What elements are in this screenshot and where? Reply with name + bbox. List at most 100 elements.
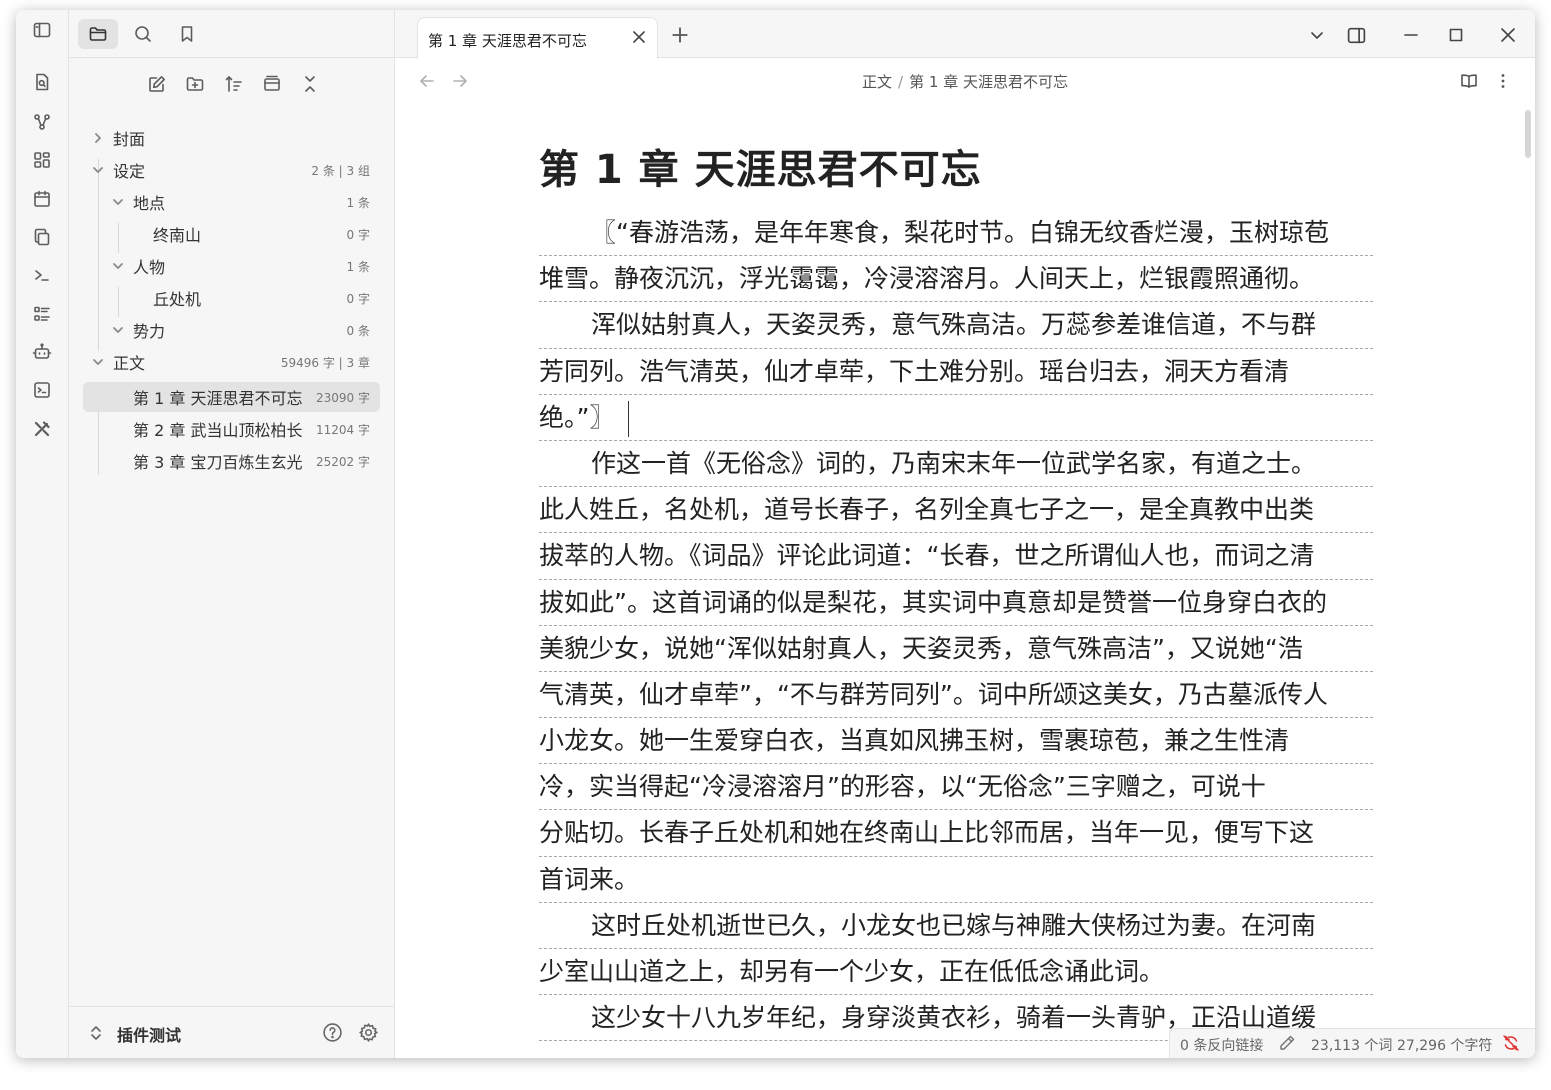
bot-icon[interactable] xyxy=(30,340,54,364)
chevron-down-icon[interactable] xyxy=(91,355,105,369)
breadcrumb-separator: / xyxy=(898,73,904,91)
chevron-down-icon[interactable] xyxy=(111,259,125,273)
pencil-edit-icon[interactable] xyxy=(1278,1034,1296,1052)
word-count: 23,113 个词 xyxy=(1311,1038,1393,1054)
chevron-right-icon[interactable] xyxy=(91,131,105,145)
right-sidebar-toggle-icon[interactable] xyxy=(1345,24,1367,46)
canvas-icon[interactable] xyxy=(30,148,54,172)
folder-icon[interactable] xyxy=(78,19,118,49)
tree-item-label: 地点 xyxy=(133,194,166,213)
text-line-content: 绝。”〗 xyxy=(539,402,615,432)
gear-icon[interactable] xyxy=(356,1020,380,1044)
new-folder-icon[interactable] xyxy=(181,70,209,98)
vault-name[interactable]: 插件测试 xyxy=(117,1022,181,1046)
tab-list-chevron-down-icon[interactable] xyxy=(1308,26,1326,44)
document-lines[interactable]: 〖“春游浩荡，是年年寒食，梨花时节。白锦无纹香烂漫，玉树琼苞 堆雪。静夜沉沉，浮… xyxy=(539,210,1373,1042)
tree-item-meta: 59496 字 | 3 章 xyxy=(280,355,370,370)
sidebar-toggle-icon[interactable] xyxy=(30,18,54,42)
tree-folder-main-text[interactable]: 正文 59496 字 | 3 章 xyxy=(83,347,380,377)
tree-file-chapter-3[interactable]: 第 3 章 宝刀百炼生玄光 25202 字 xyxy=(83,446,380,476)
text-line[interactable]: 首词来。 xyxy=(539,857,1373,903)
tree-folder-settings[interactable]: 设定 2 条 | 3 组 xyxy=(83,155,380,185)
tree-folder-places[interactable]: 地点 1 条 xyxy=(103,187,380,217)
text-line[interactable]: 分贴切。长春子丘处机和她在终南山上比邻而居，当年一见，便写下这 xyxy=(539,810,1373,857)
tree-folder-cover[interactable]: 封面 xyxy=(83,123,380,153)
file-explorer-sidebar: 封面 设定 2 条 | 3 组 地点 1 条 终南山 0 字 人物 1 条 丘处… xyxy=(69,10,395,1058)
tree-item-label: 终南山 xyxy=(153,226,202,245)
tree-folder-characters[interactable]: 人物 1 条 xyxy=(103,251,380,281)
chevron-up-down-icon[interactable] xyxy=(89,1023,105,1043)
tree-item-meta: 0 字 xyxy=(346,227,370,242)
text-line[interactable]: 气清英，仙才卓荦”，“不与群芳同列”。词中所颂这美女，乃古墓派传人 xyxy=(539,672,1373,719)
breadcrumb: 正文 / 第 1 章 天涯思君不可忘 xyxy=(395,71,1535,92)
text-line[interactable]: 〖“春游浩荡，是年年寒食，梨花时节。白锦无纹香烂漫，玉树琼苞 xyxy=(539,210,1373,257)
chevron-down-icon[interactable] xyxy=(91,163,105,177)
tree-item-label: 设定 xyxy=(113,162,146,181)
text-line[interactable]: 美貌少女，说她“浑似姑射真人，天姿灵秀，意气殊高洁”，又说她“浩 xyxy=(539,626,1373,672)
tree-item-meta: 2 条 | 3 组 xyxy=(311,163,370,178)
sync-disabled-icon[interactable] xyxy=(1502,1034,1520,1052)
tab-chapter-1[interactable]: 第 1 章 天涯思君不可忘 xyxy=(417,17,658,59)
tree-folder-factions[interactable]: 势力 0 条 xyxy=(103,315,380,345)
text-caret xyxy=(628,400,630,437)
text-line[interactable]: 这时丘处机逝世已久，小龙女也已嫁与神雕大侠杨过为妻。在河南 xyxy=(539,903,1373,949)
tree-guide-line xyxy=(118,223,119,253)
ribbon xyxy=(16,10,69,1058)
copy-icon[interactable] xyxy=(30,225,54,249)
text-line[interactable]: 拔萃的人物。《词品》评论此词道：“长春，世之所谓仙人也，而词之清 xyxy=(539,533,1373,580)
terminal-icon[interactable] xyxy=(30,263,54,287)
more-options-icon[interactable] xyxy=(1493,71,1513,91)
tree-item-meta: 25202 字 xyxy=(316,454,370,469)
window-close-icon[interactable] xyxy=(1499,26,1517,44)
search-icon[interactable] xyxy=(123,19,163,49)
tree-file-chapter-1[interactable]: 第 1 章 天涯思君不可忘 23090 字 xyxy=(83,382,380,412)
text-line[interactable]: 少室山山道之上，却另有一个少女，正在低低念诵此词。 xyxy=(539,949,1373,996)
tree-file-chapter-2[interactable]: 第 2 章 武当山顶松柏长 11204 字 xyxy=(83,414,380,444)
collapse-view-icon[interactable] xyxy=(258,70,286,98)
search-file-icon[interactable] xyxy=(30,70,54,94)
help-icon[interactable] xyxy=(320,1020,344,1044)
breadcrumb-parent[interactable]: 正文 xyxy=(862,73,892,91)
breadcrumb-current[interactable]: 第 1 章 天涯思君不可忘 xyxy=(909,73,1068,91)
tree-item-label: 正文 xyxy=(113,354,146,373)
tree-item-meta: 1 条 xyxy=(346,195,370,210)
sort-icon[interactable] xyxy=(220,70,248,98)
text-line[interactable]: 此人姓丘，名处机，道号长春子，名列全真七子之一，是全真教中出类 xyxy=(539,487,1373,534)
new-note-icon[interactable] xyxy=(143,70,171,98)
maximize-icon[interactable] xyxy=(1447,26,1465,44)
scrollbar-thumb[interactable] xyxy=(1525,110,1531,158)
tree-item-label: 第 1 章 天涯思君不可忘 xyxy=(133,389,303,408)
app-window: 封面 设定 2 条 | 3 组 地点 1 条 终南山 0 字 人物 1 条 丘处… xyxy=(16,10,1535,1058)
list-icon[interactable] xyxy=(30,302,54,326)
reading-view-book-icon[interactable] xyxy=(1459,71,1479,91)
minimize-icon[interactable] xyxy=(1402,26,1420,44)
tools-icon[interactable] xyxy=(30,417,54,441)
view-header: 正文 / 第 1 章 天涯思君不可忘 xyxy=(395,58,1535,104)
tree-guide-line xyxy=(98,159,99,351)
text-line[interactable]: 拔如此”。这首词诵的似是梨花，其实词中真意却是赞誉一位身穿白衣的 xyxy=(539,580,1373,626)
text-line[interactable]: 芳同列。浩气清英，仙才卓荦，下土难分别。瑶台归去，洞天方看清 xyxy=(539,349,1373,395)
graph-icon[interactable] xyxy=(30,110,54,134)
calendar-icon[interactable] xyxy=(30,187,54,211)
collapse-all-icon[interactable] xyxy=(296,70,324,98)
backlinks-count[interactable]: 0 条反向链接 xyxy=(1180,1035,1263,1055)
text-line[interactable]: 作这一首《无俗念》词的，乃南宋末年一位武学名家，有道之士。 xyxy=(539,441,1373,488)
text-line[interactable]: 冷，实当得起“冷浸溶溶月”的形容，以“无俗念”三字赠之，可说十 xyxy=(539,764,1373,811)
bookmark-icon[interactable] xyxy=(167,19,207,49)
console-icon[interactable] xyxy=(30,378,54,402)
text-line[interactable]: 小龙女。她一生爱穿白衣，当真如风拂玉树，雪裹琼苞，兼之生性清 xyxy=(539,718,1373,765)
close-icon[interactable] xyxy=(631,29,647,45)
document-title[interactable]: 第 1 章 天涯思君不可忘 xyxy=(539,140,1373,200)
chevron-down-icon[interactable] xyxy=(111,195,125,209)
tree-file-zhongnan[interactable]: 终南山 0 字 xyxy=(123,219,380,249)
tree-file-qiuchuji[interactable]: 丘处机 0 字 xyxy=(123,283,380,313)
text-line[interactable]: 浑似姑射真人，天姿灵秀，意气殊高洁。万蕊参差谁信道，不与群 xyxy=(539,302,1373,349)
tree-item-meta: 0 字 xyxy=(346,291,370,306)
tree-item-meta: 0 条 xyxy=(346,323,370,338)
document-body[interactable]: 第 1 章 天涯思君不可忘 〖“春游浩荡，是年年寒食，梨花时节。白锦无纹香烂漫，… xyxy=(539,140,1373,1042)
chevron-down-icon[interactable] xyxy=(111,323,125,337)
text-line-with-caret[interactable]: 绝。”〗 xyxy=(539,395,1373,441)
text-line[interactable]: 堆雪。静夜沉沉，浮光霭霭，冷浸溶溶月。人间天上，烂银霞照通彻。 xyxy=(539,256,1373,303)
editor-area: 第 1 章 天涯思君不可忘 正文 / 第 1 章 天涯思君不可忘 第 1 章 天… xyxy=(395,10,1535,1058)
plus-icon[interactable] xyxy=(671,26,689,44)
